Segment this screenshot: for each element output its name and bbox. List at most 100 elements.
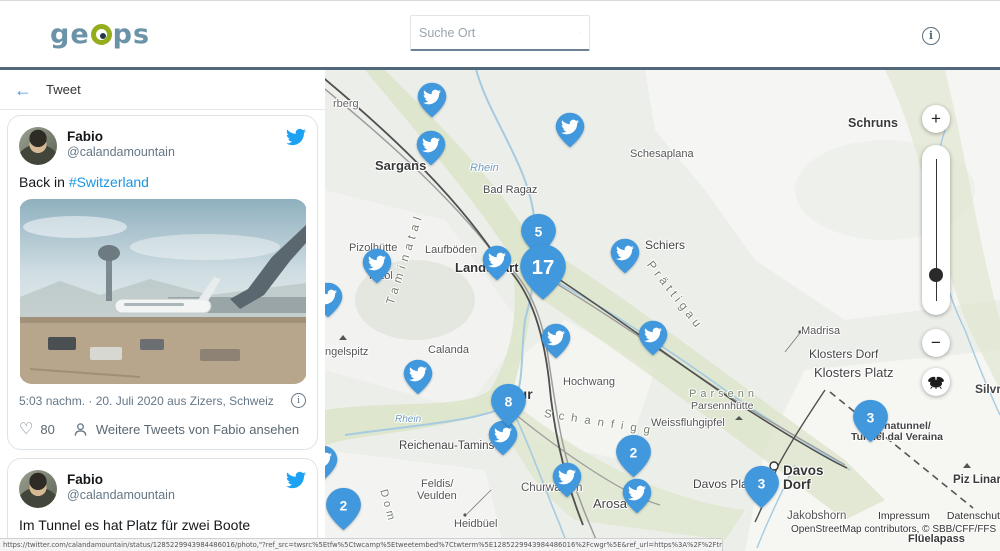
avatar[interactable] bbox=[19, 127, 57, 165]
minus-icon: − bbox=[931, 333, 941, 353]
fly-icon bbox=[927, 375, 945, 389]
cluster-marker[interactable]: 3 bbox=[743, 465, 780, 514]
map[interactable]: rbergSargansRheinBad RagazSchrunsSchesap… bbox=[325, 70, 1000, 551]
map-label-klosters-platz: Klosters Platz bbox=[814, 365, 893, 380]
tweet-photo-airport[interactable] bbox=[19, 199, 307, 384]
map-label-parsennhuette: Parsennhütte bbox=[691, 400, 753, 412]
map-label-piz-linar: Piz Linar bbox=[953, 474, 1000, 486]
map-label-calanda: Calanda bbox=[428, 344, 469, 356]
cluster-marker[interactable]: 17 bbox=[519, 243, 567, 306]
tweet-meta: 5:03 nachm. · 20. Juli 2020 aus Zizers, … bbox=[19, 393, 306, 408]
tweet-header: Fabio @calandamountain bbox=[19, 470, 306, 508]
tweet-marker[interactable] bbox=[622, 478, 652, 519]
tweet-marker[interactable] bbox=[482, 245, 512, 286]
map-label-reichenau-tamins: Reichenau-Tamins bbox=[399, 440, 494, 452]
map-label-bad-ragaz: Bad Ragaz bbox=[483, 184, 537, 196]
svg-text:17: 17 bbox=[532, 256, 555, 278]
svg-text:3: 3 bbox=[866, 410, 874, 425]
avatar[interactable] bbox=[19, 470, 57, 508]
tweet-actions: ♡ 80 Weitere Tweets von Fabio ansehen bbox=[19, 419, 306, 439]
app-window: ge ps i ← Tweet Fabio bbox=[0, 0, 1000, 551]
back-button[interactable]: ← bbox=[14, 81, 32, 99]
logo-text-right: ps bbox=[113, 19, 150, 50]
map-label-davos: Davos bbox=[783, 463, 824, 478]
cluster-marker[interactable]: 8 bbox=[490, 383, 527, 432]
zoom-slider-handle[interactable] bbox=[929, 268, 943, 282]
tweet-text: Back in #Switzerland bbox=[19, 174, 306, 190]
cluster-marker[interactable]: 3 bbox=[852, 399, 889, 448]
twitter-icon[interactable] bbox=[286, 470, 306, 490]
svg-text:2: 2 bbox=[629, 445, 637, 460]
info-button[interactable]: i bbox=[922, 27, 940, 45]
tweet-marker[interactable] bbox=[403, 359, 433, 400]
zoom-in-button[interactable]: + bbox=[922, 105, 950, 133]
svg-text:5: 5 bbox=[534, 224, 542, 239]
map-label-madrisa: Madrisa bbox=[801, 325, 840, 337]
plus-icon: + bbox=[931, 109, 941, 129]
impressum-link[interactable]: Impressum bbox=[878, 510, 930, 522]
tweet-marker[interactable] bbox=[552, 462, 582, 503]
logo-text-left: ge bbox=[50, 19, 90, 50]
tweet-marker[interactable] bbox=[416, 130, 446, 171]
person-icon[interactable] bbox=[73, 422, 88, 437]
zoom-slider[interactable] bbox=[922, 145, 950, 315]
tweet-marker[interactable] bbox=[610, 238, 640, 279]
map-label-laufboeden: Laufböden bbox=[425, 244, 477, 256]
map-label-rhein-south: Rhein bbox=[395, 414, 421, 425]
tweet-author-handle[interactable]: @calandamountain bbox=[67, 488, 286, 502]
tweet-text: Im Tunnel es hat Platz für zwei Boote bbox=[19, 517, 306, 533]
status-bar: https://twitter.com/calandamountain/stat… bbox=[0, 538, 723, 551]
map-label-ringelspitz: ngelspitz bbox=[325, 346, 368, 358]
tweet-author-name[interactable]: Fabio bbox=[67, 472, 286, 487]
tweet-timestamp[interactable]: 5:03 nachm. · 20. Juli 2020 aus Zizers, … bbox=[19, 394, 274, 408]
search-input[interactable] bbox=[419, 26, 580, 40]
fly-button[interactable] bbox=[922, 368, 950, 396]
tweet-card[interactable]: Fabio @calandamountain Back in #Switzerl… bbox=[7, 115, 318, 450]
map-label-hochwang: Hochwang bbox=[563, 376, 615, 388]
svg-text:3: 3 bbox=[757, 476, 765, 491]
tweet-marker[interactable] bbox=[325, 282, 343, 323]
tweet-marker[interactable] bbox=[417, 82, 447, 123]
map-label-schruns: Schruns bbox=[848, 116, 898, 130]
map-label-klosters-dorf: Klosters Dorf bbox=[809, 347, 878, 361]
map-label-parsenn: Parsenn bbox=[689, 388, 758, 400]
tweet-marker[interactable] bbox=[362, 248, 392, 289]
twitter-icon[interactable] bbox=[286, 127, 306, 147]
cluster-marker[interactable]: 2 bbox=[615, 434, 652, 483]
more-tweets-link[interactable]: Weitere Tweets von Fabio ansehen bbox=[96, 422, 299, 437]
search-icon[interactable] bbox=[580, 25, 581, 41]
tweet-info-icon[interactable]: i bbox=[291, 393, 306, 408]
map-label-silvretta: Silvrett bbox=[975, 382, 1000, 396]
map-label-erberg: rberg bbox=[333, 98, 359, 110]
like-icon[interactable]: ♡ bbox=[19, 419, 33, 439]
logo-o-icon bbox=[91, 24, 112, 45]
tweet-marker[interactable] bbox=[638, 320, 668, 361]
svg-text:2: 2 bbox=[339, 498, 347, 513]
map-label-veulden: Veulden bbox=[417, 490, 457, 502]
sidebar-title: Tweet bbox=[46, 82, 81, 97]
tweet-marker[interactable] bbox=[541, 323, 571, 364]
tweet-author-handle[interactable]: @calandamountain bbox=[67, 145, 286, 159]
map-label-jakobshorn: Jakobshorn bbox=[787, 510, 846, 522]
tweet-marker[interactable] bbox=[555, 112, 585, 153]
zoom-out-button[interactable]: − bbox=[922, 329, 950, 357]
tweet-marker[interactable] bbox=[325, 445, 338, 486]
header: ge ps i bbox=[0, 0, 1000, 70]
map-label-heidbueel: Heidbüel bbox=[454, 518, 497, 530]
search-box[interactable] bbox=[410, 15, 590, 51]
map-label-davos-dorf: Dorf bbox=[783, 477, 811, 492]
map-label-feldis: Feldis/ bbox=[421, 478, 453, 490]
cluster-marker[interactable]: 2 bbox=[325, 487, 362, 536]
status-url: https://twitter.com/calandamountain/stat… bbox=[3, 541, 723, 549]
hashtag-link[interactable]: #Switzerland bbox=[69, 174, 149, 190]
datenschutz-link[interactable]: Datenschutz bbox=[947, 510, 1000, 522]
map-footer-links: Impressum Datenschutz bbox=[878, 510, 1000, 522]
map-label-schesaplana: Schesaplana bbox=[630, 148, 694, 160]
map-label-schiers: Schiers bbox=[645, 238, 685, 252]
sidebar-header: ← Tweet bbox=[0, 70, 325, 110]
osm-attribution: OpenStreetMap contributors, © SBB/CFF/FF… bbox=[791, 524, 996, 535]
map-label-weissfluhgipfel: Weissfluhgipfel bbox=[651, 417, 725, 429]
tweet-list: Fabio @calandamountain Back in #Switzerl… bbox=[0, 110, 325, 551]
geops-logo[interactable]: ge ps bbox=[50, 19, 150, 50]
tweet-author-name[interactable]: Fabio bbox=[67, 129, 286, 144]
